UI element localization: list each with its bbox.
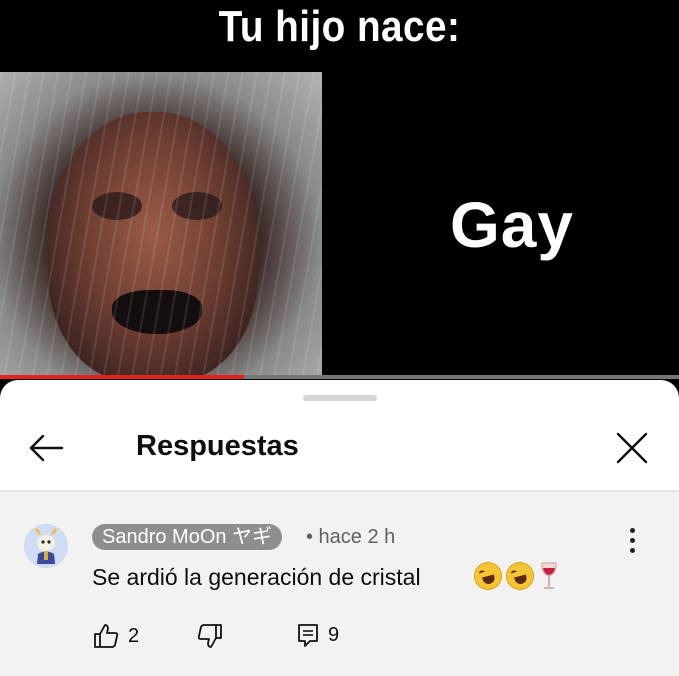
sheet-title: Respuestas	[136, 430, 299, 462]
more-vert-button[interactable]	[620, 522, 644, 558]
comment-timestamp: • hace 2 h	[306, 526, 396, 548]
video-progress-bar[interactable]	[0, 375, 679, 379]
more-vert-dot	[629, 527, 635, 533]
comment-item: Sandro MoOn ヤギ • hace 2 h Se ardió la ge…	[0, 492, 679, 676]
meme-title: Tu hijo nace:	[218, 2, 461, 51]
like-count: 2	[128, 624, 140, 647]
close-icon	[616, 432, 648, 464]
author-name-chip[interactable]: Sandro MoOn ヤギ	[92, 524, 283, 550]
thumbs-up-icon	[94, 624, 119, 648]
rain-overlay	[0, 72, 322, 376]
close-button[interactable]	[610, 426, 654, 470]
video-still-image	[0, 72, 322, 376]
back-button[interactable]	[24, 426, 68, 470]
more-vert-dot	[629, 547, 635, 553]
reply-icon	[298, 624, 318, 647]
video-player[interactable]: Tu hijo nace: Gay	[0, 0, 679, 380]
arrow-left-icon	[29, 434, 64, 462]
avatar[interactable]	[24, 524, 68, 568]
rolling-laughing-emoji	[470, 558, 506, 594]
wine-glass-emoji	[541, 562, 557, 589]
video-progress-fill	[0, 375, 245, 379]
drag-handle[interactable]	[303, 395, 377, 401]
replies-sheet: Respuestas Sandro MoOn ヤギ • hace 2 h Se …	[0, 380, 679, 676]
comment-emojis	[470, 558, 560, 594]
goat-avatar-icon	[24, 524, 68, 568]
more-vert-dot	[629, 537, 635, 543]
overlay-caption: Gay	[450, 189, 574, 261]
comment-text: Se ardió la generación de cristal	[92, 564, 421, 590]
thumbs-down-icon	[197, 624, 222, 648]
reply-button[interactable]: 9	[296, 622, 339, 648]
rolling-laughing-emoji	[502, 558, 538, 594]
dislike-button[interactable]	[196, 622, 224, 650]
like-button[interactable]: 2	[92, 622, 139, 650]
reply-count: 9	[328, 623, 340, 646]
